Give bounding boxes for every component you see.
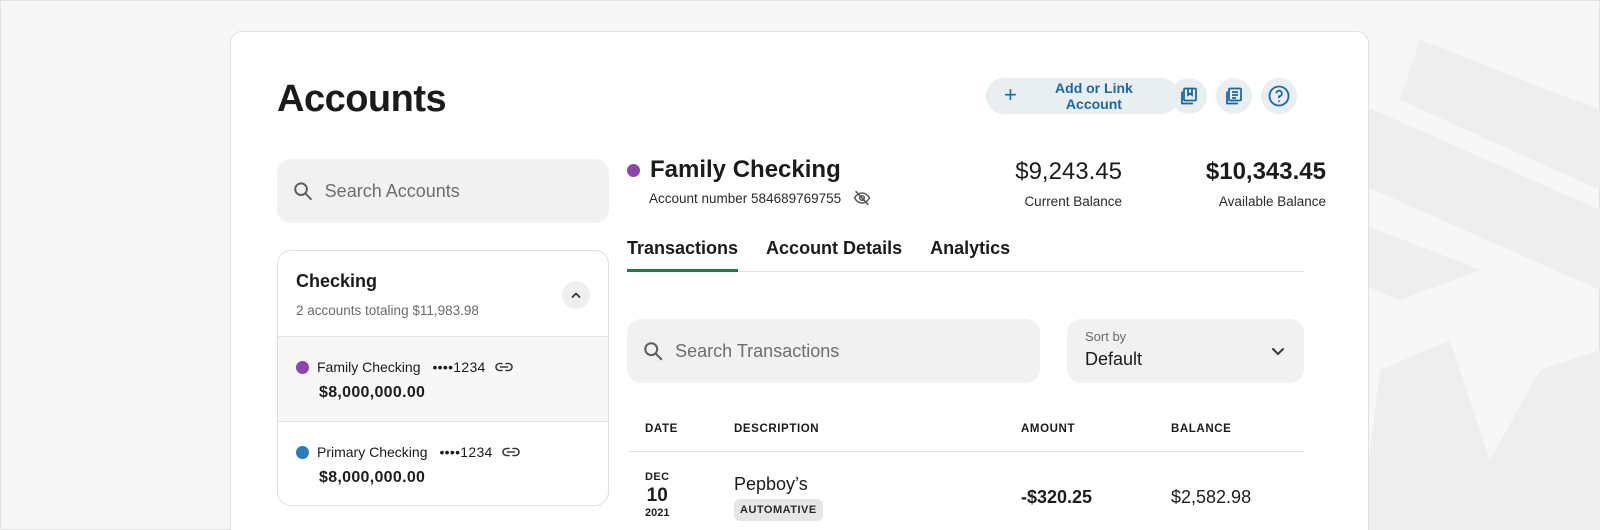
chevron-down-icon — [1272, 348, 1284, 355]
account-tabs: Transactions Account Details Analytics — [627, 238, 1304, 272]
tab-account-details[interactable]: Account Details — [766, 238, 902, 271]
account-color-dot — [296, 360, 309, 374]
search-accounts-input[interactable] — [324, 180, 593, 202]
page-title: Accounts — [277, 78, 447, 120]
current-balance: $9,243.45 Current Balance — [1015, 158, 1122, 209]
statements-icon — [1226, 87, 1242, 105]
table-header: DATE DESCRIPTION AMOUNT BALANCE — [627, 412, 1304, 452]
search-icon — [294, 182, 312, 201]
chevron-up-icon — [571, 292, 581, 298]
account-item-name: Family Checking — [317, 359, 421, 375]
account-title-row: Family Checking — [627, 156, 841, 184]
account-item-family-checking[interactable]: Family Checking ••••1234 $8,000,000.00 — [278, 337, 608, 422]
current-balance-label: Current Balance — [1024, 194, 1122, 209]
eye-off-icon[interactable] — [853, 190, 871, 206]
available-balance-value: $10,343.45 — [1205, 158, 1326, 185]
column-header-amount[interactable]: AMOUNT — [1021, 423, 1075, 435]
account-number: Account number 584689769755 — [649, 190, 842, 206]
account-item-primary-checking[interactable]: Primary Checking ••••1234 $8,000,000.00 — [278, 422, 608, 505]
sort-by-label: Sort by — [1085, 329, 1127, 344]
account-title: Family Checking — [650, 156, 841, 183]
available-balance-label: Available Balance — [1218, 194, 1326, 209]
column-header-description[interactable]: DESCRIPTION — [734, 423, 819, 435]
account-item-name: Primary Checking — [317, 444, 428, 460]
add-or-link-account-label: Add or Link Account — [1055, 80, 1133, 112]
search-transactions-box[interactable] — [627, 319, 1040, 383]
help-button[interactable] — [1261, 78, 1297, 114]
plus-icon: + — [1004, 82, 1017, 107]
account-group-summary: 2 accounts totaling $11,983.98 — [296, 303, 479, 318]
add-or-link-account-button[interactable]: + Add or Link Account — [986, 78, 1179, 114]
account-group-header: Checking 2 accounts totaling $11,983.98 — [278, 251, 608, 337]
current-balance-value: $9,243.45 — [1015, 158, 1122, 185]
transaction-balance: $2,582.98 — [1171, 487, 1252, 507]
transaction-date: DEC 10 2021 — [645, 472, 669, 519]
transaction-year: 2021 — [645, 507, 670, 519]
tab-transactions[interactable]: Transactions — [627, 238, 739, 272]
account-color-dot — [627, 163, 640, 177]
account-group-title: Checking — [296, 271, 378, 291]
link-icon — [501, 447, 520, 457]
sort-by-value: Default — [1085, 349, 1143, 369]
account-item-mask: ••••1234 — [432, 359, 486, 375]
transaction-description: Pepboy’s AUTOMATIVE — [734, 474, 823, 521]
transaction-merchant: Pepboy’s — [734, 474, 808, 494]
search-transactions-input[interactable] — [675, 340, 1024, 362]
transaction-day: 10 — [646, 485, 668, 506]
transactions-table: DATE DESCRIPTION AMOUNT BALANCE DEC 10 2… — [627, 412, 1304, 530]
background-logo-watermark — [1340, 40, 1600, 530]
collapse-group-button[interactable] — [562, 281, 590, 309]
column-header-date[interactable]: DATE — [645, 423, 678, 435]
available-balance: $10,343.45 Available Balance — [1206, 158, 1326, 209]
tab-analytics[interactable]: Analytics — [930, 238, 1010, 271]
help-icon — [1268, 85, 1290, 107]
transaction-category-badge: AUTOMATIVE — [734, 499, 823, 521]
accounts-card: Accounts + Add or Link Account Search Ac… — [230, 31, 1369, 530]
sort-by-select[interactable]: Sort by Default — [1067, 319, 1304, 383]
statements-button[interactable] — [1216, 78, 1252, 114]
account-item-mask: ••••1234 — [439, 444, 493, 460]
account-number-row: Account number 584689769755 — [649, 190, 871, 206]
bookmark-icon — [1181, 87, 1197, 105]
transaction-amount: -$320.25 — [1021, 487, 1093, 507]
link-icon — [494, 362, 513, 372]
bookmark-button[interactable] — [1171, 78, 1207, 114]
search-icon — [644, 342, 663, 361]
transaction-month: DEC — [645, 471, 670, 483]
account-item-amount: $8,000,000.00 — [319, 384, 426, 401]
column-header-balance[interactable]: BALANCE — [1171, 423, 1231, 435]
account-color-dot — [296, 445, 309, 459]
table-row[interactable]: DEC 10 2021 Pepboy’s AUTOMATIVE -$320.25… — [627, 452, 1304, 530]
account-group-checking: Checking 2 accounts totaling $11,983.98 … — [277, 250, 609, 506]
account-item-amount: $8,000,000.00 — [319, 469, 426, 486]
search-accounts-box[interactable] — [277, 159, 609, 223]
